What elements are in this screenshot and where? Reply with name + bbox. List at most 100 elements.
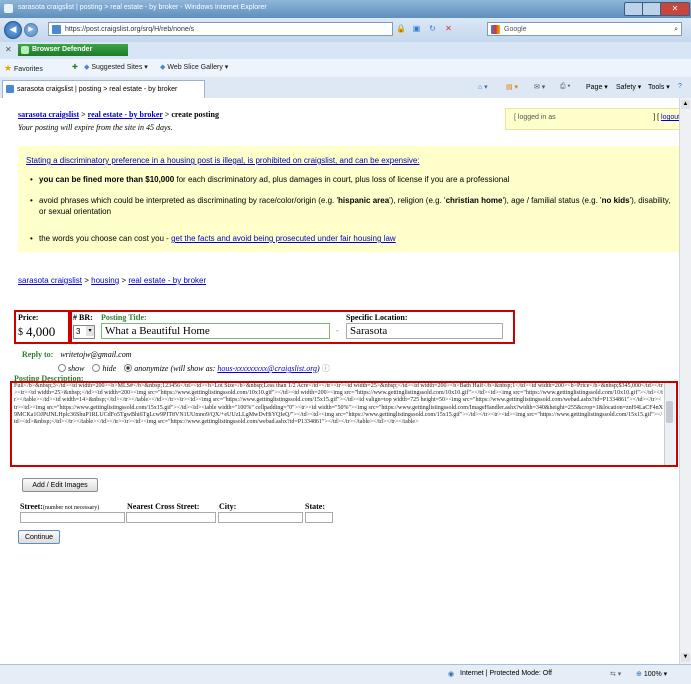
browser-defender-label: Browser Defender xyxy=(32,46,93,53)
globe-icon: ◉ xyxy=(448,671,455,678)
tab-bar: sarasota craigslist | posting > real est… xyxy=(0,77,691,99)
street-label-group: Street:(number not necessary) xyxy=(20,502,99,511)
browser-defender-button[interactable]: Browser Defender xyxy=(18,44,128,56)
specific-location-input[interactable]: Sarasota xyxy=(346,323,503,339)
continue-button[interactable]: Continue xyxy=(18,530,60,544)
search-icon[interactable]: ⌕ xyxy=(674,23,678,37)
reply-hide-radio[interactable] xyxy=(92,364,101,372)
stop-icon[interactable]: ✕ xyxy=(444,24,453,34)
posting-title-input[interactable]: What a Beautiful Home xyxy=(101,323,330,339)
phrases-bold-d: christian home xyxy=(445,196,503,205)
help-icon[interactable]: ⓘ xyxy=(322,364,330,373)
safety-menu[interactable]: Safety ▾ xyxy=(616,83,641,91)
status-bar: ◉ Internet | Protected Mode: Off ⇆ ▾ ⊕ 1… xyxy=(0,664,691,684)
refresh-icon[interactable]: ↻ xyxy=(428,24,437,34)
breadcrumb2-separator: > xyxy=(82,276,92,285)
suggested-sites-label: Suggested Sites ▾ xyxy=(91,64,148,71)
home-icon[interactable]: ⌂ ▾ xyxy=(478,83,488,91)
feeds-icon[interactable]: ▤ ▾ xyxy=(506,83,518,91)
price-value[interactable]: 4,000 xyxy=(26,324,55,340)
description-scrollbar[interactable] xyxy=(664,383,675,465)
search-placeholder: Google xyxy=(504,26,527,33)
scrollbar-thumb[interactable] xyxy=(666,401,673,423)
star-icon: ★ xyxy=(4,63,13,73)
fair-housing-bullet-fines: you can be fined more than $10,000 for e… xyxy=(30,174,679,185)
state-label: State: xyxy=(305,502,325,511)
breadcrumb2-category-link[interactable]: real estate - by broker xyxy=(128,276,206,285)
web-slice-gallery-label: Web Slice Gallery ▾ xyxy=(167,64,229,71)
zoom-value: 100% xyxy=(643,671,662,678)
fines-bold: you can be fined more than $10,000 xyxy=(39,175,175,184)
favorites-button[interactable]: ★ Favorites xyxy=(4,63,43,74)
bedrooms-select[interactable]: 3 ▾ xyxy=(73,325,95,339)
logout-link[interactable]: logout xyxy=(661,114,680,121)
reply-anonymize-label: anonymize (will show as: xyxy=(134,364,216,373)
street-note: (number not necessary) xyxy=(42,505,100,511)
fines-text: for each discriminatory ad, plus damages… xyxy=(174,175,510,184)
fair-housing-bullet-words: the words you choose can cost you - get … xyxy=(30,233,679,244)
web-slice-gallery-link[interactable]: ◆ Web Slice Gallery ▾ xyxy=(160,63,228,71)
protected-mode-icon[interactable]: ⇆ ▾ xyxy=(610,670,621,678)
words-text: the words you choose can cost you - xyxy=(39,234,172,243)
window-title: sarasota craigslist | posting > real est… xyxy=(18,4,267,11)
state-input[interactable] xyxy=(305,512,333,523)
bedrooms-label: # BR: xyxy=(73,313,93,322)
google-icon xyxy=(491,25,500,34)
reply-options: show hide anonymize (will show as: hous-… xyxy=(58,363,330,374)
posting-description-textarea[interactable]: Full</b>&nbsp;3</td><td width=200><b>MLS… xyxy=(14,383,663,465)
reply-anonymize-radio[interactable] xyxy=(124,364,133,372)
mail-icon[interactable]: ✉ ▾ xyxy=(534,83,545,91)
city-input[interactable] xyxy=(218,512,303,523)
forward-button[interactable]: ▶ xyxy=(24,23,38,37)
window-title-bar: sarasota craigslist | posting > real est… xyxy=(0,0,691,18)
phrases-bold-b: hispanic area xyxy=(338,196,390,205)
page-menu[interactable]: Page ▾ xyxy=(586,83,608,91)
add-edit-images-button[interactable]: Add / Edit Images xyxy=(22,478,98,492)
breadcrumb2-separator: > xyxy=(119,276,129,285)
street-input[interactable] xyxy=(20,512,125,523)
back-button[interactable]: ◀ xyxy=(4,21,22,39)
page-icon xyxy=(6,85,14,93)
reply-email: writetojw@gmail.com xyxy=(60,350,132,359)
reply-show-radio[interactable] xyxy=(58,364,66,372)
login-status-box: [ logged in as ] [ logout ] xyxy=(505,108,690,130)
security-zone[interactable]: Internet | Protected Mode: Off xyxy=(460,670,552,677)
address-url: https://post.craigslist.org/srq/H/reb/no… xyxy=(65,26,195,33)
maximize-button[interactable] xyxy=(642,2,662,16)
phrases-bold-f: no kids xyxy=(601,196,630,205)
favorites-label: Favorites xyxy=(14,66,43,73)
fair-housing-law-link[interactable]: get the facts and avoid being prosecuted… xyxy=(171,234,396,243)
reply-show-label: show xyxy=(68,364,85,373)
fair-housing-notice: Stating a discriminatory preference in a… xyxy=(18,146,688,252)
fair-housing-heading-link[interactable]: Stating a discriminatory preference in a… xyxy=(26,156,420,165)
cross-street-input[interactable] xyxy=(126,512,216,523)
breadcrumb-site-link[interactable]: sarasota craigslist xyxy=(18,110,79,119)
minimize-button[interactable] xyxy=(624,2,644,16)
breadcrumb2-site-link[interactable]: sarasota craigslist xyxy=(18,276,82,285)
breadcrumb2-housing-link[interactable]: housing xyxy=(91,276,119,285)
close-toolbar-icon[interactable]: ✕ xyxy=(5,45,12,54)
zoom-level[interactable]: ⊕ 100% ▾ xyxy=(636,670,667,678)
close-window-button[interactable]: ✕ xyxy=(660,2,690,16)
breadcrumb-current: > create posting xyxy=(162,110,219,119)
print-icon[interactable]: ⎙ ▾ xyxy=(560,83,571,91)
page-icon xyxy=(52,25,61,34)
add-favorite-icon[interactable]: ✚ xyxy=(72,63,78,71)
page-scrollbar[interactable]: ▲ ▼ xyxy=(679,98,691,664)
compatibility-view-icon[interactable]: ▣ xyxy=(412,24,421,34)
phrases-text-c: '), religion (e.g. ' xyxy=(389,196,446,205)
posting-title-label: Posting Title: xyxy=(101,313,147,322)
help-icon[interactable]: ? xyxy=(678,83,682,90)
scroll-up-icon[interactable]: ▲ xyxy=(681,100,690,109)
search-field[interactable]: Google ⌕ xyxy=(487,22,682,36)
lock-icon[interactable]: 🔒 xyxy=(396,24,406,34)
tools-menu[interactable]: Tools ▾ xyxy=(648,83,670,91)
page-content: sarasota craigslist > real estate - by b… xyxy=(0,98,690,664)
anonymized-email-link[interactable]: hous-xxxxxxxxx@craigslist.org xyxy=(217,364,317,373)
tab-active[interactable]: sarasota craigslist | posting > real est… xyxy=(2,80,205,98)
suggested-sites-link[interactable]: ◆ Suggested Sites ▾ xyxy=(84,63,148,71)
breadcrumb-category-link[interactable]: real estate - by broker xyxy=(88,110,163,119)
address-field[interactable]: https://post.craigslist.org/srq/H/reb/no… xyxy=(48,22,393,36)
bedrooms-value: 3 xyxy=(76,327,81,336)
scroll-down-icon[interactable]: ▼ xyxy=(681,653,690,662)
